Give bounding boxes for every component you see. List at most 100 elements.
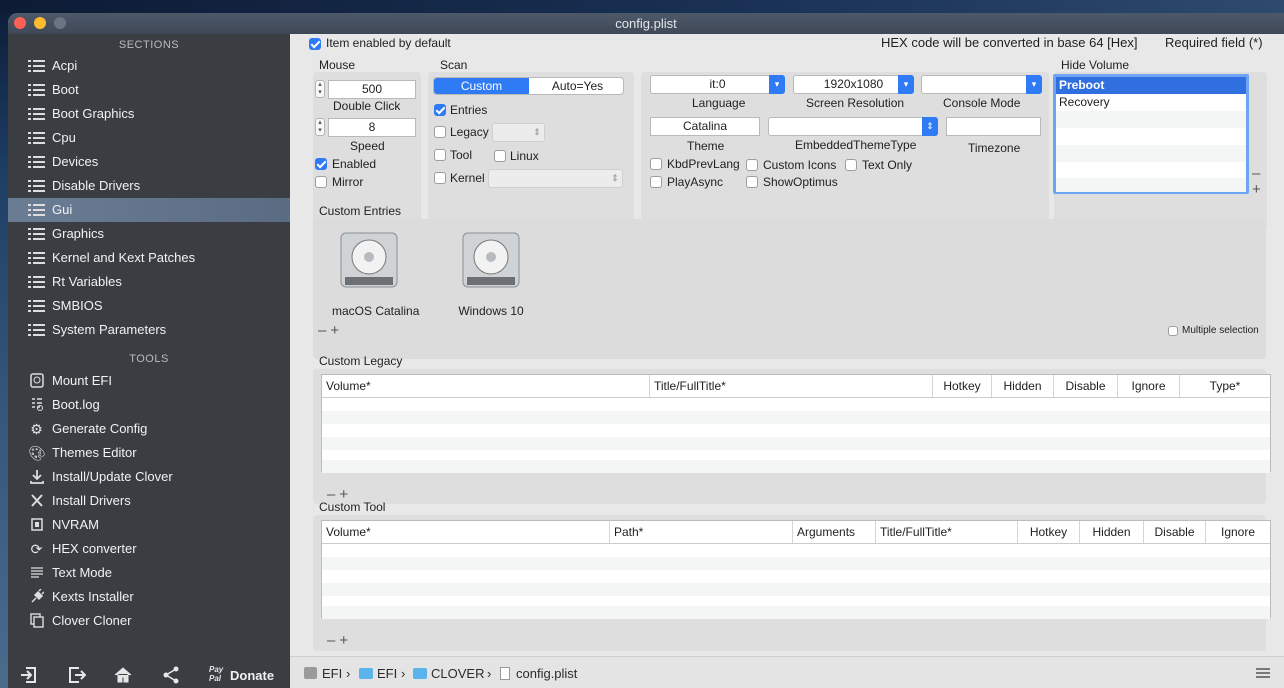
custom-icons-checkbox[interactable] (746, 159, 758, 171)
folder-icon (413, 668, 427, 679)
zoom-window-button[interactable] (54, 17, 66, 29)
hard-drive-icon[interactable] (337, 227, 401, 293)
hide-volume-item[interactable]: Recovery (1056, 94, 1246, 111)
column-header[interactable]: Disable (1144, 521, 1206, 543)
hide-volume-add-remove[interactable]: – + (1252, 166, 1264, 198)
scan-kernel-select[interactable]: ⇕ (488, 169, 623, 188)
multiple-selection-label: Multiple selection (1182, 325, 1259, 336)
column-header[interactable]: Volume* (322, 521, 610, 543)
tool-themes-editor[interactable]: 🎨︎ Themes Editor (8, 441, 290, 465)
column-header[interactable]: Path* (610, 521, 793, 543)
breadcrumb-efi-folder[interactable]: EFI (359, 666, 397, 681)
home-icon[interactable] (114, 666, 132, 687)
timezone-field[interactable] (946, 117, 1041, 136)
sidebar-item-gui[interactable]: Gui (8, 198, 290, 222)
scan-kernel-checkbox[interactable] (434, 172, 446, 184)
kbd-prev-lang-checkbox[interactable] (650, 158, 662, 170)
custom-entries-add-remove[interactable]: –+ (318, 322, 343, 339)
breadcrumb-config-file[interactable]: config.plist (500, 666, 577, 681)
console-mode-select[interactable]: ▾ (921, 75, 1042, 94)
language-select[interactable]: it:0 ▾ (650, 75, 785, 94)
close-window-button[interactable] (14, 17, 26, 29)
custom-tool-table[interactable]: Volume* Path* Arguments Title/FullTitle*… (321, 520, 1271, 619)
sidebar-item-graphics[interactable]: Graphics (8, 222, 290, 246)
tool-nvram[interactable]: NVRAM (8, 513, 290, 537)
custom-legacy-table[interactable]: Volume* Title/FullTitle* Hotkey Hidden D… (321, 374, 1271, 473)
tool-install-drivers[interactable]: Install Drivers (8, 489, 290, 513)
log-icon (28, 397, 45, 413)
speed-stepper[interactable]: ▴ ▾ (315, 118, 325, 136)
sidebar-item-kernel-kext-patches[interactable]: Kernel and Kext Patches (8, 246, 290, 270)
chevron-updown-icon: ⇕ (611, 173, 619, 183)
show-optimus-checkbox[interactable] (746, 176, 758, 188)
double-click-stepper[interactable]: ▴ ▾ (315, 80, 325, 98)
custom-tool-title: Custom Tool (319, 500, 386, 514)
column-header[interactable]: Type* (1180, 375, 1270, 397)
scan-legacy-checkbox[interactable] (434, 126, 446, 138)
scan-auto-segment[interactable]: Auto=Yes (530, 78, 623, 94)
item-enabled-checkbox[interactable] (309, 38, 321, 50)
column-header[interactable]: Arguments (793, 521, 876, 543)
tool-hex-converter[interactable]: ⟳ HEX converter (8, 537, 290, 561)
tool-generate-config[interactable]: ⚙ Generate Config (8, 417, 290, 441)
tool-install-update-clover[interactable]: Install/Update Clover (8, 465, 290, 489)
custom-tool-add-remove[interactable]: –+ (327, 632, 352, 649)
column-header[interactable]: Hidden (992, 375, 1054, 397)
import-icon[interactable] (20, 666, 38, 687)
scan-tool-checkbox[interactable] (434, 149, 446, 161)
sidebar-item-devices[interactable]: Devices (8, 150, 290, 174)
tool-text-mode[interactable]: Text Mode (8, 561, 290, 585)
mouse-enabled-checkbox[interactable] (315, 158, 327, 170)
sidebar-item-rt-variables[interactable]: Rt Variables (8, 270, 290, 294)
minimize-window-button[interactable] (34, 17, 46, 29)
tool-mount-efi[interactable]: Mount EFI (8, 369, 290, 393)
sidebar-item-disable-drivers[interactable]: Disable Drivers (8, 174, 290, 198)
tool-label: Text Mode (52, 565, 112, 580)
speed-label: Speed (350, 139, 385, 153)
column-header[interactable]: Ignore (1118, 375, 1180, 397)
speed-field[interactable]: 8 (328, 118, 416, 137)
column-header[interactable]: Title/FullTitle* (650, 375, 933, 397)
hide-volume-list[interactable]: Preboot Recovery (1053, 74, 1249, 194)
theme-field[interactable]: Catalina (650, 117, 760, 136)
embedded-theme-select[interactable]: ⇕ (768, 117, 938, 136)
menu-lines-icon[interactable] (1256, 667, 1270, 682)
text-only-checkbox[interactable] (845, 159, 857, 171)
multiple-selection-checkbox[interactable] (1168, 326, 1178, 336)
column-header[interactable]: Title/FullTitle* (876, 521, 1018, 543)
scan-custom-segment[interactable]: Custom (434, 78, 529, 94)
hard-drive-icon[interactable] (459, 227, 523, 293)
sidebar-item-system-parameters[interactable]: System Parameters (8, 318, 290, 342)
double-click-field[interactable]: 500 (328, 80, 416, 99)
sidebar-item-boot-graphics[interactable]: Boot Graphics (8, 102, 290, 126)
breadcrumb-clover-folder[interactable]: CLOVER (413, 666, 484, 681)
tool-kexts-installer[interactable]: Kexts Installer (8, 585, 290, 609)
sidebar-item-smbios[interactable]: SMBIOS (8, 294, 290, 318)
breadcrumb-label: EFI (322, 666, 343, 681)
column-header[interactable]: Disable (1054, 375, 1118, 397)
mouse-mirror-checkbox[interactable] (315, 176, 327, 188)
share-icon[interactable] (162, 666, 180, 687)
sidebar-item-cpu[interactable]: Cpu (8, 126, 290, 150)
tool-clover-cloner[interactable]: Clover Cloner (8, 609, 290, 633)
sidebar-item-boot[interactable]: Boot (8, 78, 290, 102)
scan-entries-checkbox[interactable] (434, 104, 446, 116)
column-header[interactable]: Ignore (1206, 521, 1270, 543)
column-header[interactable]: Volume* (322, 375, 650, 397)
scan-linux-checkbox[interactable] (494, 150, 506, 162)
breadcrumb-efi-drive[interactable]: EFI (304, 666, 342, 681)
tool-label: Mount EFI (52, 373, 112, 388)
export-icon[interactable] (68, 666, 87, 687)
resolution-select[interactable]: 1920x1080 ▾ (793, 75, 914, 94)
column-header[interactable]: Hotkey (933, 375, 992, 397)
scan-legacy-select[interactable]: ⇕ (492, 123, 545, 142)
column-header[interactable]: Hidden (1080, 521, 1144, 543)
tool-boot-log[interactable]: Boot.log (8, 393, 290, 417)
scan-mode-segmented: Custom Auto=Yes (433, 77, 624, 95)
column-header[interactable]: Hotkey (1018, 521, 1080, 543)
list-icon (28, 276, 45, 288)
donate-button[interactable]: Donate (230, 668, 274, 683)
play-async-checkbox[interactable] (650, 176, 662, 188)
sidebar-item-acpi[interactable]: Acpi (8, 54, 290, 78)
hide-volume-item[interactable]: Preboot (1056, 77, 1246, 94)
